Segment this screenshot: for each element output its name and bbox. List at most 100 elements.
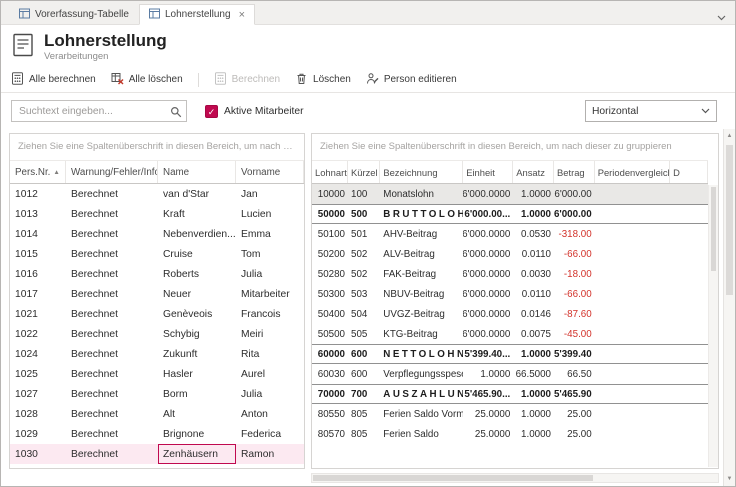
column-header-d[interactable]: D (670, 161, 708, 183)
button-label: Berechnen (232, 74, 280, 85)
cell-persnr: 1014 (10, 224, 66, 244)
employee-row[interactable]: 1027 Berechnet Borm Julia (10, 384, 304, 404)
employee-row[interactable]: 1029 Berechnet Brignone Federica (10, 424, 304, 444)
employee-row[interactable]: 1030 Berechnet Zenhäusern Ramon (10, 444, 304, 464)
cell-lohnart: 50200 (312, 244, 348, 264)
cell-einheit: 1.0000 (463, 364, 513, 384)
toolbar: Alle berechnen Alle löschen Berechnen Lö… (1, 67, 735, 92)
column-header-warnung[interactable]: Warnung/Fehler/Info (66, 161, 158, 183)
employee-row[interactable]: 1028 Berechnet Alt Anton (10, 404, 304, 424)
wage-row[interactable]: 50400 504 UVGZ-Beitrag 6'000.0000 0.0146… (312, 304, 708, 324)
cell-einheit: 5'399.40... (463, 345, 513, 363)
employee-row[interactable]: 1014 Berechnet Nebenverdien... Emma (10, 224, 304, 244)
wage-row[interactable]: 50200 502 ALV-Beitrag 6'000.0000 0.0110 … (312, 244, 708, 264)
layout-dropdown[interactable]: Horizontal (585, 100, 717, 122)
cell-periodenvergleich (595, 424, 670, 444)
cell-einheit: 25.0000 (463, 424, 513, 444)
cell-lohnart: 50000 (312, 205, 348, 223)
column-header-bezeichnung[interactable]: Bezeichnung (380, 161, 463, 183)
cell-warnung: Berechnet (66, 424, 158, 444)
window-vertical-scrollbar[interactable]: ▲ ▼ (723, 129, 735, 486)
employee-row[interactable]: 1015 Berechnet Cruise Tom (10, 244, 304, 264)
employee-row[interactable]: 1021 Berechnet Genèveois Francois (10, 304, 304, 324)
cell-d (670, 284, 708, 304)
cell-d (670, 184, 708, 204)
wage-row[interactable]: 50000 500 BRUTTOLOHN 6'000.00... 1.0000 … (312, 204, 708, 224)
wage-row[interactable]: 10000 100 Monatslohn 6'000.0000 1.0000 6… (312, 184, 708, 204)
column-header-ansatz[interactable]: Ansatz (513, 161, 554, 183)
cell-persnr: 1029 (10, 424, 66, 444)
cell-kuerzel: 100 (348, 184, 380, 204)
chevron-down-icon[interactable] (717, 8, 726, 26)
cell-ansatz: 1.0000 (513, 345, 554, 363)
alle-loeschen-button[interactable]: Alle löschen (111, 72, 183, 88)
cell-bezeichnung: UVGZ-Beitrag (380, 304, 463, 324)
alle-berechnen-button[interactable]: Alle berechnen (11, 72, 96, 88)
wage-row[interactable]: 50300 503 NBUV-Beitrag 6'000.0000 0.0110… (312, 284, 708, 304)
wage-row[interactable]: 50100 501 AHV-Beitrag 6'000.0000 0.0530 … (312, 224, 708, 244)
close-icon[interactable]: × (239, 9, 245, 21)
cell-bezeichnung: Monatslohn (380, 184, 463, 204)
column-header-name[interactable]: Name (158, 161, 236, 183)
wage-row[interactable]: 50500 505 KTG-Beitrag 6'000.0000 0.0075 … (312, 324, 708, 344)
search-input[interactable] (11, 100, 187, 122)
wage-row[interactable]: 60000 600 NETTOLOHN 5'399.40... 1.0000 5… (312, 344, 708, 364)
employee-row[interactable]: 1016 Berechnet Roberts Julia (10, 264, 304, 284)
cell-persnr: 1030 (10, 444, 66, 464)
cell-name: Brignone (158, 424, 236, 444)
cell-betrag: -45.00 (554, 324, 595, 344)
cell-d (670, 385, 708, 403)
cell-warnung: Berechnet (66, 224, 158, 244)
employee-row[interactable]: 1012 Berechnet van d'Star Jan (10, 184, 304, 204)
employee-row[interactable]: 1013 Berechnet Kraft Lucien (10, 204, 304, 224)
wage-grid-scrollbar[interactable] (708, 185, 718, 467)
wage-grid-panel: Ziehen Sie eine Spaltenüberschrift in di… (311, 133, 719, 469)
wage-row[interactable]: 80550 805 Ferien Saldo Vormo... 25.0000 … (312, 404, 708, 424)
employee-row[interactable]: 1024 Berechnet Zukunft Rita (10, 344, 304, 364)
cell-vorname: Aurel (236, 364, 304, 384)
scroll-down-icon[interactable]: ▼ (724, 476, 735, 482)
tab-lohnerstellung[interactable]: Lohnerstellung × (139, 4, 255, 25)
berechnen-button[interactable]: Berechnen (214, 72, 280, 88)
cell-ansatz: 1.0000 (513, 205, 554, 223)
tab-bar: Vorerfassung-Tabelle Lohnerstellung × (1, 1, 735, 25)
wage-row[interactable]: 80570 805 Ferien Saldo 25.0000 1.0000 25… (312, 424, 708, 444)
cell-vorname: Mitarbeiter (236, 284, 304, 304)
person-editieren-button[interactable]: Person editieren (366, 72, 457, 88)
search-icon[interactable] (170, 105, 182, 123)
employee-row[interactable]: 1025 Berechnet Hasler Aurel (10, 364, 304, 384)
wage-row[interactable]: 70000 700 AUSZAHLUNG 5'465.90... 1.0000 … (312, 384, 708, 404)
column-header-persnr[interactable]: Pers.Nr. ▲ (10, 161, 66, 183)
cell-warnung: Berechnet (66, 444, 158, 464)
loeschen-button[interactable]: Löschen (295, 72, 351, 88)
cell-einheit: 6'000.0000 (463, 264, 513, 284)
cell-bezeichnung: FAK-Beitrag (380, 264, 463, 284)
cell-d (670, 364, 708, 384)
column-header-betrag[interactable]: Betrag (554, 161, 595, 183)
employee-row[interactable]: 1022 Berechnet Schybig Meiri (10, 324, 304, 344)
active-employees-checkbox[interactable]: ✓ Aktive Mitarbeiter (205, 105, 304, 118)
wage-grid-rows: 10000 100 Monatslohn 6'000.0000 1.0000 6… (312, 184, 718, 444)
cell-persnr: 1013 (10, 204, 66, 224)
tab-vorerfassung-tabelle[interactable]: Vorerfassung-Tabelle (9, 4, 139, 25)
column-header-lohnart[interactable]: Lohnart (312, 161, 348, 183)
group-by-hint: Ziehen Sie eine Spaltenüberschrift in di… (10, 134, 304, 160)
scrollbar-thumb[interactable] (726, 145, 733, 295)
scrollbar-thumb[interactable] (711, 187, 716, 271)
wage-row[interactable]: 60030 600 Verpflegungsspesen 1.0000 66.5… (312, 364, 708, 384)
page-header: Lohnerstellung Verarbeitungen (1, 25, 735, 67)
scrollbar-thumb[interactable] (313, 475, 593, 481)
column-header-vorname[interactable]: Vorname (236, 161, 304, 183)
horizontal-scrollbar[interactable] (311, 473, 719, 483)
cell-bezeichnung: Verpflegungsspesen (380, 364, 463, 384)
column-header-einheit[interactable]: Einheit (463, 161, 513, 183)
button-label: Alle berechnen (29, 74, 96, 85)
employee-row[interactable]: 1017 Berechnet Neuer Mitarbeiter (10, 284, 304, 304)
cell-ansatz: 0.0146 (513, 304, 554, 324)
wage-row[interactable]: 50280 502 FAK-Beitrag 6'000.0000 0.0030 … (312, 264, 708, 284)
column-header-kuerzel[interactable]: Kürzel (348, 161, 380, 183)
cell-ansatz: 0.0030 (513, 264, 554, 284)
scroll-up-icon[interactable]: ▲ (724, 133, 735, 139)
cell-vorname: Emma (236, 224, 304, 244)
column-header-periodenvergleich[interactable]: Periodenvergleich (595, 161, 670, 183)
